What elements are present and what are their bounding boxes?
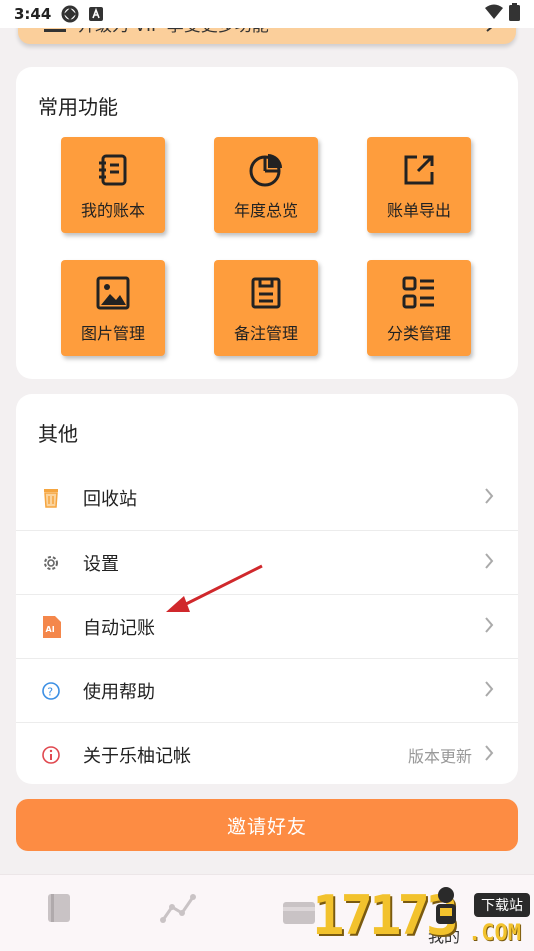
list-item-help[interactable]: ? 使用帮助 — [16, 658, 518, 722]
list-item-label: 自动记账 — [83, 617, 155, 639]
tab-book[interactable] — [46, 893, 72, 927]
tile-label: 我的账本 — [80, 201, 145, 220]
tile-label: 备注管理 — [233, 324, 298, 343]
note-icon — [251, 277, 281, 309]
tile-note-management[interactable]: 备注管理 — [214, 260, 318, 356]
list-item-about[interactable]: 关于乐柚记帐 版本更新 — [16, 722, 518, 786]
tab-trend[interactable] — [160, 893, 196, 927]
trash-icon — [40, 487, 62, 509]
other-card: 其他 回收站 设置 AI 自动记账 ? 使用帮助 关于乐柚记帐 版本更新 — [16, 394, 518, 784]
list-item-label: 关于乐柚记帐 — [83, 745, 191, 767]
list-item-label: 设置 — [83, 553, 119, 575]
tile-label: 分类管理 — [386, 324, 451, 343]
info-icon — [40, 744, 62, 766]
version-update-label: 版本更新 — [407, 746, 472, 766]
svg-text:AI: AI — [46, 625, 55, 634]
ai-icon: AI — [40, 615, 62, 638]
chevron-right-icon — [484, 744, 494, 765]
tab-card[interactable] — [282, 901, 316, 929]
book-icon — [48, 894, 70, 922]
wifi-icon — [485, 4, 503, 24]
watermark-label: 下载站 — [474, 893, 530, 917]
pie-chart-icon — [249, 154, 282, 187]
tile-my-ledger[interactable]: 我的账本 — [61, 137, 165, 233]
tile-bill-export[interactable]: 账单导出 — [367, 137, 471, 233]
watermark-domain: .COM — [468, 921, 521, 946]
person-icon — [436, 887, 456, 924]
trend-icon — [160, 894, 196, 923]
tile-image-management[interactable]: 图片管理 — [61, 260, 165, 356]
invite-friends-button[interactable]: 邀请好友 — [16, 799, 518, 851]
chevron-right-icon — [484, 680, 494, 701]
list-item-recycle-bin[interactable]: 回收站 — [16, 466, 518, 530]
app-a-icon — [89, 7, 104, 21]
battery-icon — [509, 3, 520, 25]
svg-text:?: ? — [47, 685, 53, 698]
chevron-right-icon — [484, 488, 494, 508]
image-icon — [96, 276, 130, 310]
tile-annual-overview[interactable]: 年度总览 — [214, 137, 318, 233]
section-title: 常用功能 — [38, 95, 118, 119]
common-functions-card: 常用功能 我的账本 年度总览 账单导出 图片管理 备注管理 分类管理 — [16, 67, 518, 379]
category-list-icon — [402, 276, 434, 309]
chevron-right-icon — [484, 552, 494, 573]
sync-icon — [61, 5, 79, 23]
list-item-label: 使用帮助 — [83, 681, 155, 703]
section-title: 其他 — [38, 422, 78, 446]
list-item-label: 回收站 — [83, 489, 137, 510]
list-item-settings[interactable]: 设置 — [16, 530, 518, 594]
help-icon: ? — [40, 680, 62, 702]
card-icon — [283, 902, 315, 924]
chevron-right-icon — [484, 616, 494, 637]
tile-label: 账单导出 — [386, 201, 451, 220]
export-icon — [404, 155, 434, 185]
status-time: 3:44 — [14, 5, 52, 23]
status-bar: 3:44 — [0, 0, 534, 28]
tile-category-management[interactable]: 分类管理 — [367, 260, 471, 356]
list-item-auto-accounting[interactable]: AI 自动记账 — [16, 594, 518, 658]
notebook-icon — [99, 154, 127, 186]
tile-label: 图片管理 — [80, 324, 145, 343]
tile-label: 年度总览 — [233, 201, 298, 220]
gear-icon — [40, 552, 62, 574]
